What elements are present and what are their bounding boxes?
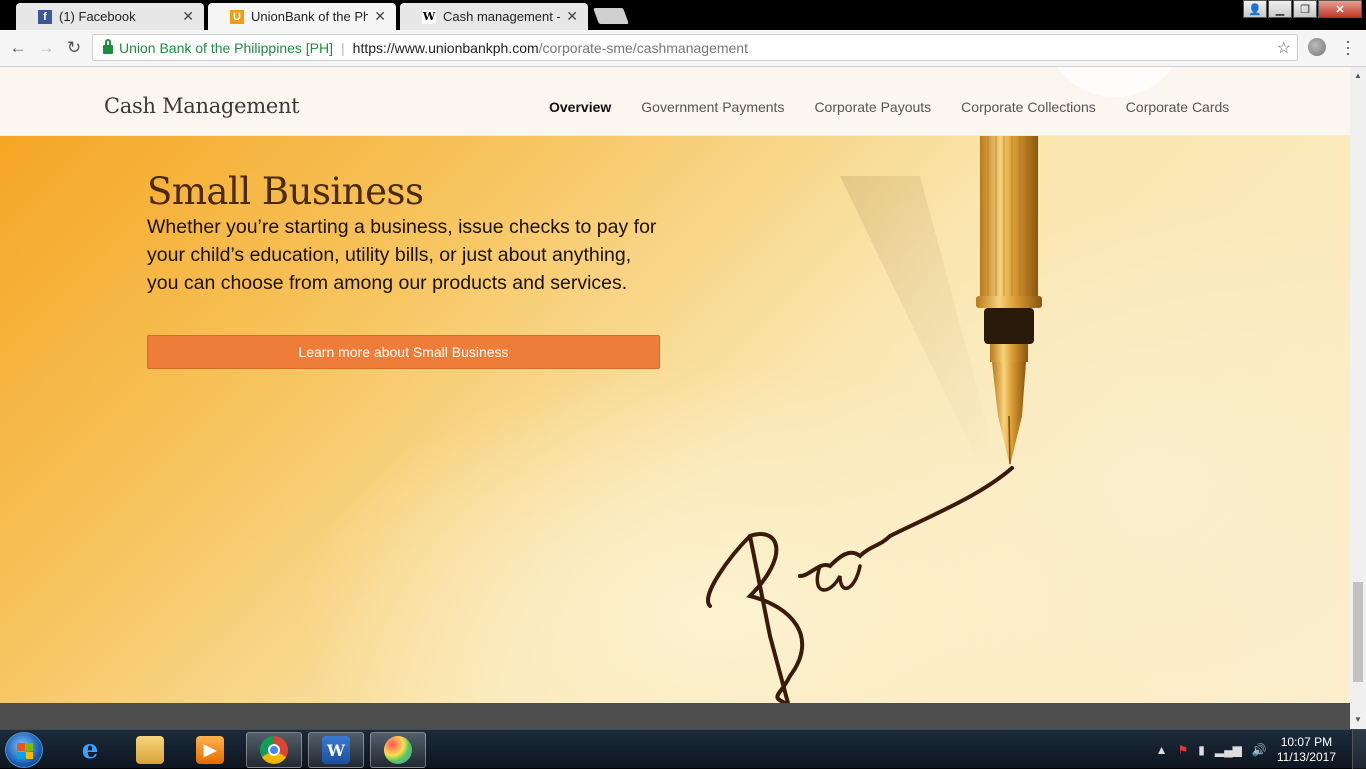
lock-icon — [103, 39, 113, 54]
wikipedia-icon: W — [422, 9, 436, 24]
close-icon[interactable]: ✕ — [566, 8, 578, 25]
nav-corporate-collections[interactable]: Corporate Collections — [961, 99, 1096, 115]
minimize-button[interactable]: ▁ — [1268, 0, 1292, 18]
browser-titlebar: f (1) Facebook ✕ U UnionBank of the Phil… — [0, 0, 1366, 30]
scroll-up-icon[interactable]: ▲ — [1354, 71, 1362, 80]
folder-icon — [136, 736, 164, 764]
close-window-button[interactable]: ✕ — [1318, 0, 1362, 18]
network-icon[interactable]: ▂▄▆ — [1215, 743, 1242, 757]
browser-toolbar: ← → ↻ Union Bank of the Philippines [PH]… — [0, 30, 1366, 67]
unionbank-icon: U — [230, 9, 244, 24]
clock-time: 10:07 PM — [1280, 734, 1333, 749]
header-glow — [1045, 67, 1185, 97]
url-path: /corporate-sme/cashmanagement — [538, 39, 748, 56]
scroll-down-icon[interactable]: ▼ — [1354, 715, 1362, 724]
back-button[interactable]: ← — [8, 38, 28, 58]
taskbar-media-player[interactable]: ▶ — [182, 732, 238, 768]
learn-more-button[interactable]: Learn more about Small Business — [147, 335, 660, 369]
show-desktop-button[interactable] — [1352, 730, 1366, 769]
taskbar-chrome[interactable] — [246, 732, 302, 768]
internet-explorer-icon: e — [81, 735, 99, 765]
word-icon: W — [322, 736, 350, 764]
windows-taskbar: e ▶ W ▲ ⚑ ▮ ▂▄▆ 🔊 10:07 PM 11/13/2017 — [0, 729, 1366, 769]
taskbar-paint[interactable] — [370, 732, 426, 768]
close-icon[interactable]: ✕ — [374, 8, 386, 25]
action-center-icon[interactable]: ⚑ — [1178, 743, 1189, 757]
windows-logo-icon — [17, 743, 33, 759]
volume-icon[interactable]: 🔊 — [1252, 743, 1267, 757]
bookmark-star-icon[interactable]: ☆ — [1277, 38, 1291, 58]
taskbar-windows-explorer[interactable] — [122, 732, 178, 768]
start-button[interactable] — [5, 732, 43, 768]
tab-label: Cash management - Wik — [443, 9, 560, 24]
url-host: https://www.unionbankph.com — [352, 39, 539, 56]
forward-button[interactable]: → — [36, 38, 56, 58]
window-controls: 👤 ▁ ❐ ✕ — [1243, 0, 1362, 18]
clock-date: 11/13/2017 — [1276, 749, 1336, 764]
site-identity[interactable]: Union Bank of the Philippines [PH] — [119, 40, 333, 56]
page-header: Cash Management Overview Government Paym… — [0, 67, 1350, 136]
page-scrollbar[interactable]: ▲ ▼ — [1350, 67, 1366, 729]
nav-government-payments[interactable]: Government Payments — [641, 99, 784, 115]
battery-icon[interactable]: ▮ — [1198, 743, 1205, 757]
tab-unionbank[interactable]: U UnionBank of the Philipp ✕ — [208, 3, 396, 30]
new-tab-button[interactable] — [593, 8, 629, 24]
reload-button[interactable]: ↻ — [64, 38, 84, 58]
hero-banner: Small Business Whether you’re starting a… — [0, 136, 1350, 703]
address-bar[interactable]: Union Bank of the Philippines [PH] | htt… — [92, 34, 1298, 61]
tab-label: (1) Facebook — [59, 9, 136, 24]
show-hidden-icons-icon[interactable]: ▲ — [1156, 743, 1168, 757]
tab-wikipedia[interactable]: W Cash management - Wik ✕ — [400, 3, 588, 30]
extension-icon[interactable] — [1308, 38, 1326, 56]
browser-menu-icon[interactable]: · · · — [1345, 32, 1351, 62]
tab-facebook[interactable]: f (1) Facebook ✕ — [16, 3, 204, 30]
page-brand[interactable]: Cash Management — [104, 94, 300, 118]
hero-description: Whether you’re starting a business, issu… — [147, 216, 657, 294]
nav-corporate-cards[interactable]: Corporate Cards — [1126, 99, 1230, 115]
nav-overview[interactable]: Overview — [549, 99, 611, 115]
page-footer-bar — [0, 703, 1350, 729]
tab-label: UnionBank of the Philipp — [251, 9, 369, 24]
nav-corporate-payouts[interactable]: Corporate Payouts — [814, 99, 931, 115]
user-icon[interactable]: 👤 — [1243, 0, 1267, 18]
fountain-pen-illustration — [706, 136, 1042, 703]
divider: | — [341, 39, 345, 56]
scroll-thumb[interactable] — [1353, 582, 1363, 682]
taskbar-internet-explorer[interactable]: e — [62, 732, 118, 768]
system-tray: ▲ ⚑ ▮ ▂▄▆ 🔊 10:07 PM 11/13/2017 — [1156, 730, 1366, 769]
maximize-button[interactable]: ❐ — [1293, 0, 1317, 18]
close-icon[interactable]: ✕ — [182, 8, 194, 25]
media-player-icon: ▶ — [196, 736, 224, 764]
paint-icon — [384, 736, 412, 764]
page-viewport: Cash Management Overview Government Paym… — [0, 67, 1350, 729]
facebook-icon: f — [38, 9, 52, 24]
hero-title: Small Business — [147, 170, 424, 213]
taskbar-word[interactable]: W — [308, 732, 364, 768]
chrome-icon — [260, 736, 288, 764]
section-nav: Overview Government Payments Corporate P… — [549, 99, 1229, 115]
system-clock[interactable]: 10:07 PM 11/13/2017 — [1277, 735, 1336, 765]
